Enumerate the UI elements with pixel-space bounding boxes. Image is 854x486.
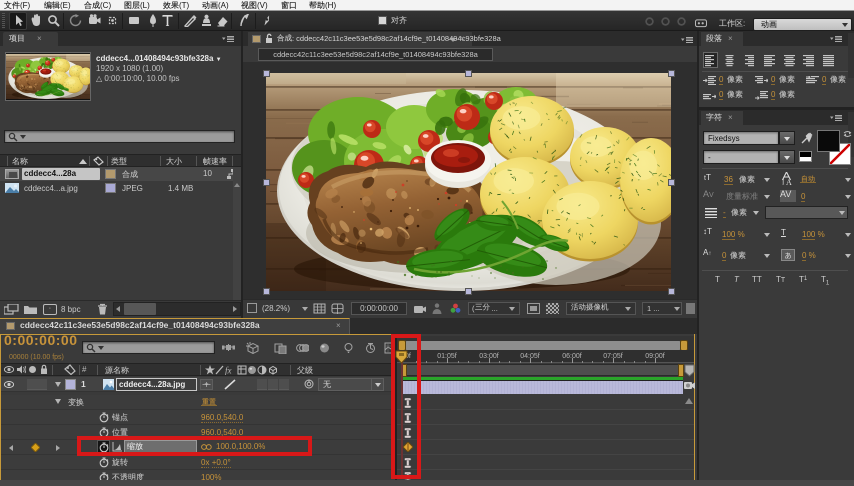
svg-text:fx: fx — [225, 366, 232, 376]
svg-text:A: A — [786, 178, 792, 185]
svg-text:I: I — [782, 179, 785, 186]
